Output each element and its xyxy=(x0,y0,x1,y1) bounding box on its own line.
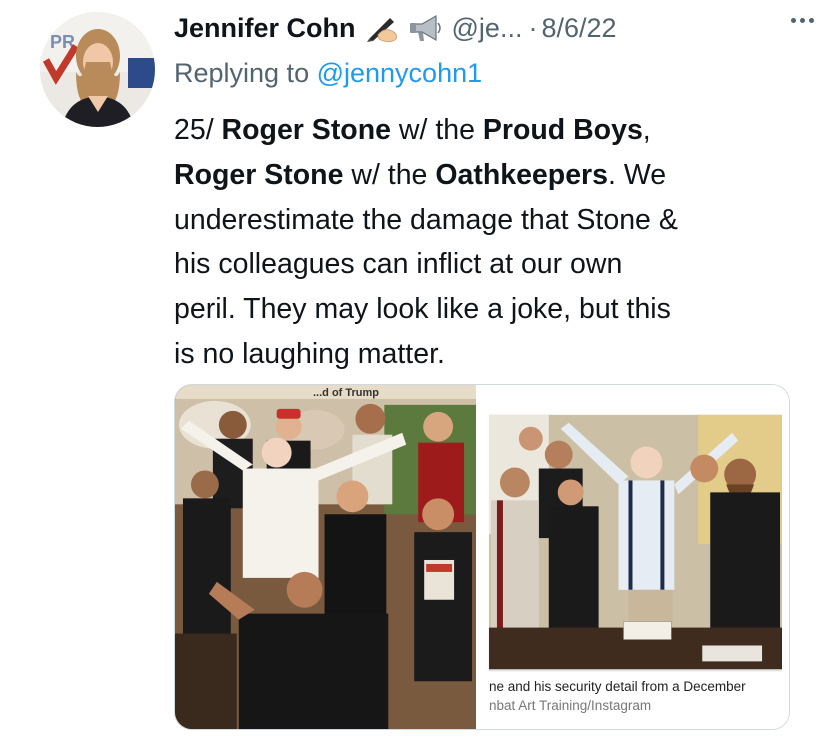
tweet-line: peril. They may look like a joke, but th… xyxy=(174,293,671,326)
media-photo-right[interactable]: ne and his security detail from a Decemb… xyxy=(479,385,789,729)
header-separator: · xyxy=(528,12,538,43)
author-handle[interactable]: @je... xyxy=(452,13,523,44)
photo-banner-text: ...d of Trump xyxy=(313,387,379,399)
replying-prefix: Replying to xyxy=(174,58,317,88)
tweet-date[interactable]: 8/6/22 xyxy=(541,13,616,44)
reply-mention-link[interactable]: @jennycohn1 xyxy=(317,58,483,88)
author-name[interactable]: Jennifer Cohn xyxy=(174,13,356,44)
avatar-photo: PR xyxy=(40,12,155,127)
more-options-icon[interactable] xyxy=(791,18,814,23)
tweet-header: Jennifer Cohn @je... · 8/6/22 xyxy=(174,8,814,48)
tweet-line: his colleagues can inflict at our own xyxy=(174,248,623,281)
writing-hand-icon xyxy=(366,13,400,43)
photo-caption: ne and his security detail from a Decemb… xyxy=(489,677,789,715)
media-photo-left[interactable]: ...d of Trump xyxy=(175,385,477,729)
megaphone-icon xyxy=(408,13,444,43)
author-avatar[interactable]: PR xyxy=(40,12,155,127)
tweet-text: 25/ Roger Stone w/ the Proud Boys, Roger… xyxy=(174,108,794,377)
tweet-line: 25/ Roger Stone w/ the Proud Boys, xyxy=(174,114,651,146)
tweet-line: underestimate the damage that Stone & xyxy=(174,203,678,236)
group-photo-left xyxy=(175,385,477,729)
photo-caption-line: ne and his security detail from a Decemb… xyxy=(489,679,746,694)
replying-to: Replying to @jennycohn1 xyxy=(174,58,482,89)
photo-caption-credit: nbat Art Training/Instagram xyxy=(489,698,652,713)
tweet-line: is no laughing matter. xyxy=(174,337,445,370)
tweet-media[interactable]: ...d of Trump ne and his security detail… xyxy=(174,384,790,730)
tweet-line: Roger Stone w/ the Oathkeepers. We xyxy=(174,158,667,191)
